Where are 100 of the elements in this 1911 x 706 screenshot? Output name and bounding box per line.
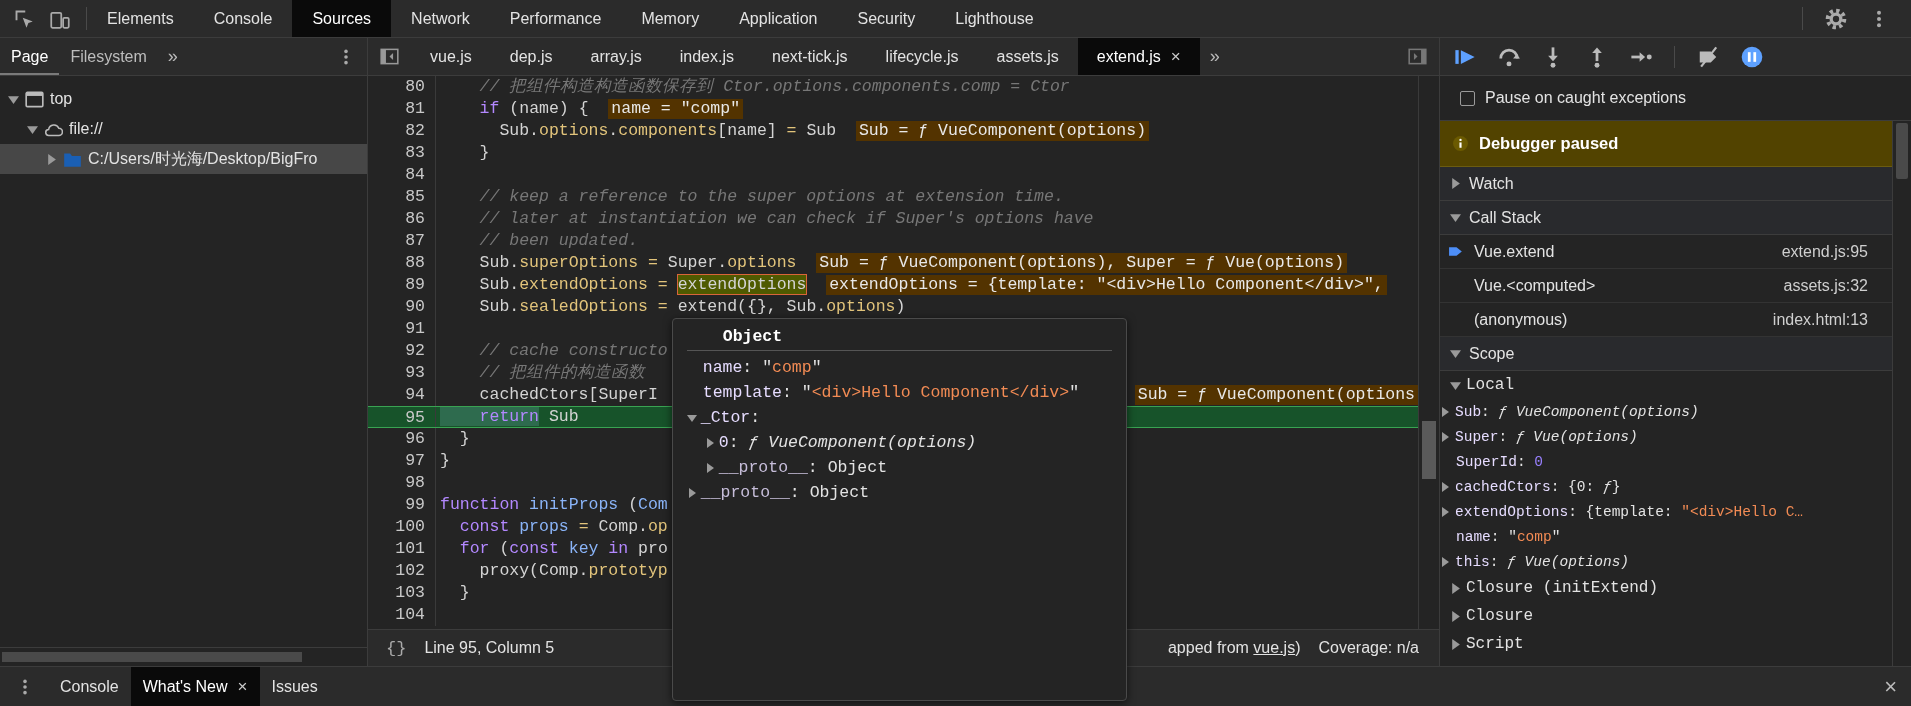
file-tab[interactable]: dep.js xyxy=(490,38,572,75)
popover-title: Object xyxy=(686,325,1112,351)
expand-arrow-icon[interactable] xyxy=(686,412,697,423)
call-frame[interactable]: Vue.extend extend.js:95 xyxy=(1440,235,1892,269)
tree-row[interactable]: top xyxy=(0,84,367,114)
line-number: 85 xyxy=(368,186,436,208)
scope-variable: name: "comp" xyxy=(1456,528,1561,545)
settings-icon[interactable] xyxy=(1825,7,1847,30)
frame-location[interactable]: assets.js:32 xyxy=(1783,276,1868,295)
panel-tab[interactable]: Lighthouse xyxy=(935,0,1054,37)
section-header[interactable]: Call Stack xyxy=(1440,201,1892,235)
code-line: proxy(Comp.prototyp xyxy=(478,560,668,582)
file-tab[interactable]: index.js xyxy=(660,38,753,75)
checkbox-label[interactable]: Pause on caught exceptions xyxy=(1485,89,1687,107)
expand-arrow-icon[interactable] xyxy=(686,487,697,498)
scrollbar[interactable] xyxy=(2,652,302,662)
tree-row[interactable]: C:/Users/时光海/Desktop/BigFro xyxy=(0,144,367,174)
panel-tab[interactable]: Security xyxy=(837,0,936,37)
navigator-tab[interactable]: Page xyxy=(0,38,60,75)
expand-arrow-icon[interactable] xyxy=(1450,610,1461,622)
expand-arrow-icon[interactable] xyxy=(46,153,57,165)
code-line: // later at instantiation we can check if Super's options have xyxy=(478,208,1094,230)
scrollbar[interactable] xyxy=(1896,123,1908,179)
expand-arrow-icon[interactable] xyxy=(704,462,715,473)
scrollbar[interactable] xyxy=(1422,421,1436,479)
close-button[interactable]: × xyxy=(1870,667,1911,706)
panel-tab[interactable]: Console xyxy=(193,0,293,37)
file-tab[interactable]: array.js xyxy=(571,38,661,75)
drawer-tab[interactable]: What's New × xyxy=(130,667,260,706)
expand-arrow-icon[interactable] xyxy=(1450,212,1461,223)
sidebar-toggle-icon[interactable] xyxy=(380,47,399,66)
expand-arrow-icon[interactable] xyxy=(704,437,715,448)
inline-value: Sub = ƒ VueComponent(options) xyxy=(855,121,1150,141)
expand-arrow-icon[interactable] xyxy=(1450,582,1461,594)
code-line: Sub.options.components[name] = Sub xyxy=(498,120,837,142)
scope-label: Closure xyxy=(1466,607,1534,625)
frame-name: Vue.extend xyxy=(1474,242,1555,261)
panel-tab[interactable]: Sources xyxy=(292,0,392,37)
section-header[interactable]: Scope xyxy=(1440,337,1892,371)
panel-tab[interactable]: Application xyxy=(719,0,838,37)
sidebar-toggle-icon[interactable] xyxy=(1408,47,1427,66)
pause-exceptions-icon[interactable] xyxy=(1741,45,1763,68)
inline-value: name = "comp" xyxy=(608,99,744,119)
inline-value: extendOptions = {template: "<div>Hello Component</div>", xyxy=(826,275,1387,295)
frame-name: (anonymous) xyxy=(1474,310,1568,329)
expand-arrow-icon[interactable] xyxy=(1440,431,1450,442)
frame-location[interactable]: extend.js:95 xyxy=(1781,242,1868,261)
expand-arrow-icon[interactable] xyxy=(1450,379,1461,391)
object-property: name: "comp" xyxy=(702,358,822,377)
code-line: const props = Comp.op xyxy=(458,516,668,538)
checkbox[interactable] xyxy=(1460,90,1475,106)
source-link[interactable]: vue.js xyxy=(1253,639,1296,656)
more-tabs-button[interactable]: » xyxy=(157,38,188,75)
line-number: 99 xyxy=(368,494,436,516)
format-button[interactable]: {} xyxy=(386,638,407,658)
expand-arrow-icon[interactable] xyxy=(1440,556,1450,567)
expand-arrow-icon[interactable] xyxy=(1450,638,1461,650)
drawer-tab[interactable]: Console xyxy=(48,667,131,706)
call-frame[interactable]: Vue.<computed> assets.js:32 xyxy=(1440,269,1892,303)
line-number: 81 xyxy=(368,98,436,120)
expand-arrow-icon[interactable] xyxy=(27,123,38,135)
file-tab[interactable]: next-tick.js xyxy=(753,38,867,75)
scope-label: Closure (initExtend) xyxy=(1466,579,1659,597)
panel-tab[interactable]: Elements xyxy=(87,0,194,37)
tree-label[interactable]: file:// xyxy=(69,120,103,138)
banner-text: Debugger paused xyxy=(1479,134,1619,153)
expand-arrow-icon[interactable] xyxy=(1440,506,1450,517)
panel-tab[interactable]: Network xyxy=(391,0,490,37)
code-line: Sub.sealedOptions = extend({}, Sub.options) xyxy=(478,296,906,318)
coverage-text: Coverage: n/a xyxy=(1318,639,1419,657)
file-tab[interactable]: lifecycle.js xyxy=(866,38,978,75)
expand-arrow-icon[interactable] xyxy=(1440,481,1450,492)
tree-label[interactable]: C:/Users/时光海/Desktop/BigFro xyxy=(88,148,318,170)
file-tab[interactable]: vue.js xyxy=(411,38,491,75)
tree-row[interactable]: file:// xyxy=(0,114,367,144)
line-number: 87 xyxy=(368,230,436,252)
section-title: Watch xyxy=(1469,174,1514,193)
section-header[interactable]: Watch xyxy=(1440,167,1892,201)
close-icon[interactable]: × xyxy=(1170,46,1181,67)
file-tab[interactable]: extend.js × xyxy=(1077,38,1200,75)
panel-tab[interactable]: Performance xyxy=(489,0,622,37)
expand-arrow-icon[interactable] xyxy=(1450,348,1461,359)
drawer-tab[interactable]: Issues xyxy=(259,667,330,706)
expand-arrow-icon[interactable] xyxy=(1450,178,1461,189)
close-icon[interactable]: × xyxy=(237,676,248,697)
line-number: 96 xyxy=(368,428,436,450)
panel-tab[interactable]: Memory xyxy=(621,0,720,37)
line-number: 103 xyxy=(368,582,436,604)
object-property: template: "<div>Hello Component</div>" xyxy=(702,383,1080,402)
scope-variable: SuperId: 0 xyxy=(1456,453,1544,470)
expand-arrow-icon[interactable] xyxy=(1440,406,1450,417)
inspect-icon[interactable] xyxy=(14,8,34,29)
more-tabs-button[interactable]: » xyxy=(1199,38,1230,75)
tree-label[interactable]: top xyxy=(50,90,73,108)
frame-location[interactable]: index.html:13 xyxy=(1772,310,1868,329)
navigator-tab[interactable]: Filesystem xyxy=(59,38,158,75)
expand-arrow-icon[interactable] xyxy=(8,93,19,105)
code-line: } xyxy=(458,582,470,604)
file-tab[interactable]: assets.js xyxy=(977,38,1078,75)
deactivate-breakpoints-icon[interactable] xyxy=(1697,45,1719,68)
